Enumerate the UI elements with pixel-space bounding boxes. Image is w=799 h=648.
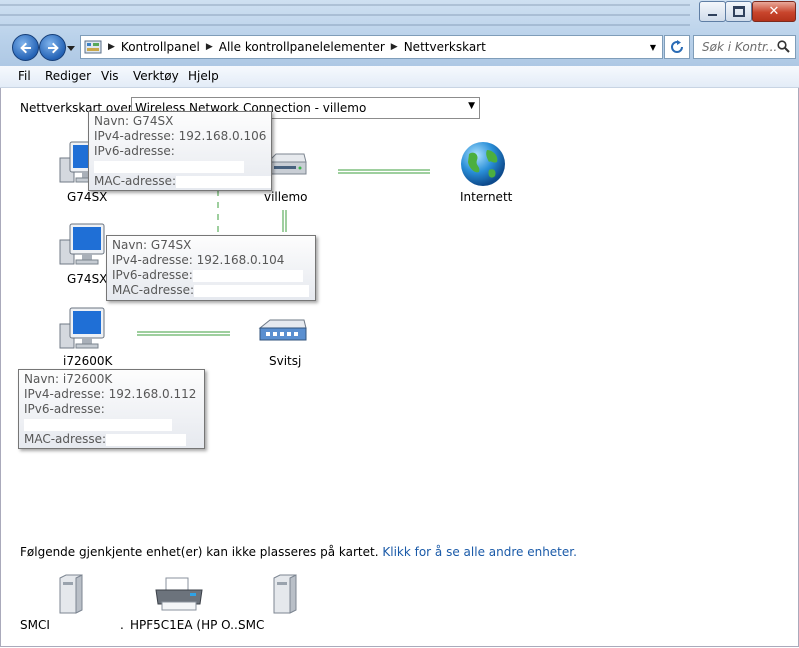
device-tooltip: Navn: G74SX IPv4-adresse: 192.168.0.106 … [88,111,272,191]
tooltip-ipv4: IPv4-adresse: 192.168.0.106 [94,129,267,143]
unplaced-message-text: Følgende gjenkjente enhet(er) kan ikke p… [20,545,379,559]
tooltip-mac: MAC-adresse: [94,174,177,188]
device-label-svitsj: Svitsj [269,354,302,368]
computer-icon[interactable] [58,222,108,268]
device-icon[interactable] [270,574,300,614]
unplaced-devices-message: Følgende gjenkjente enhet(er) kan ikke p… [20,545,577,559]
device-label-g74sx-2: G74SX [67,272,108,286]
unplaced-device-label-smci: SMCI [20,618,50,632]
device-label-i72600k: i72600K [63,354,113,368]
show-all-devices-link[interactable]: Klikk for å se alle andre enheter. [382,545,577,559]
tooltip-ipv4: IPv4-adresse: 192.168.0.104 [112,253,285,267]
tooltip-name: Navn: i72600K [24,372,113,386]
tooltip-ipv4: IPv4-adresse: 192.168.0.112 [24,387,197,401]
tooltip-name: Navn: G74SX [94,114,174,128]
device-label-villemo: villemo [264,190,308,204]
switch-icon[interactable] [258,318,308,346]
printer-icon[interactable] [152,576,206,612]
device-label-g74sx: G74SX [67,190,108,204]
tooltip-ipv6: IPv6-adresse: [94,144,175,158]
computer-icon[interactable] [58,306,108,352]
device-icon[interactable] [56,574,86,614]
device-label-internett: Internett [460,190,513,204]
tooltip-ipv6: IPv6-adresse: [24,402,105,416]
unplaced-device-label-printer: HPF5C1EA (HP O... [130,618,242,632]
tooltip-mac: MAC-adresse: [24,432,107,446]
tooltip-ipv6: IPv6-adresse: [112,268,193,282]
tooltip-name: Navn: G74SX [112,238,192,252]
globe-icon[interactable] [459,140,507,188]
router-icon[interactable] [266,150,308,180]
unplaced-device-label-smc: SMC [238,618,265,632]
tooltip-mac: MAC-adresse: [112,283,195,297]
unplaced-ellipsis: . [120,618,124,632]
device-tooltip: Navn: G74SX IPv4-adresse: 192.168.0.104 … [106,235,316,301]
device-tooltip: Navn: i72600K IPv4-adresse: 192.168.0.11… [18,369,205,449]
